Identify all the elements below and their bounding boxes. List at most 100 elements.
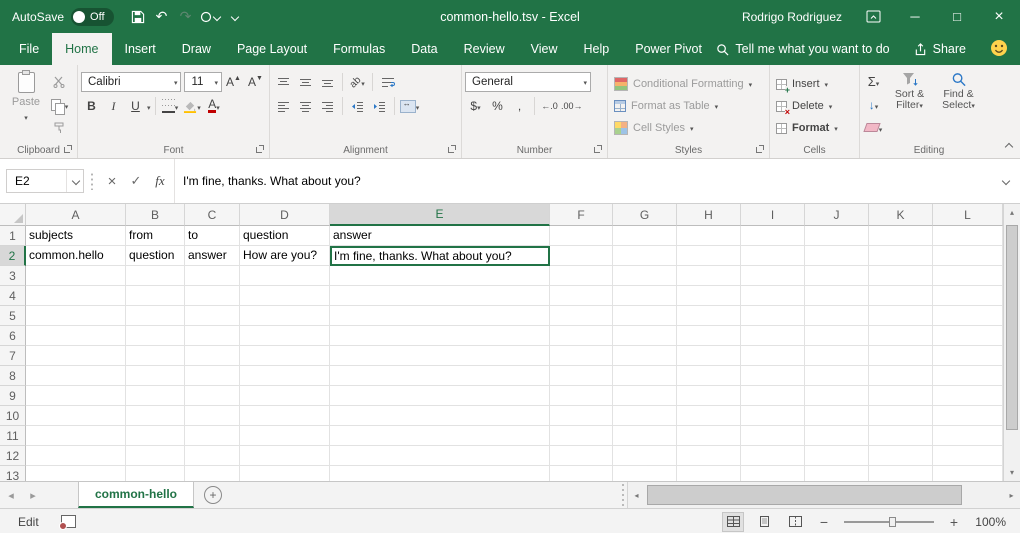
undo-button[interactable]: ↶ [150,4,174,30]
tab-review[interactable]: Review [451,33,518,65]
cell-H5[interactable] [677,306,741,326]
shrink-font-button[interactable]: A▼ [245,72,266,93]
cell-D13[interactable] [240,466,330,481]
cell-I2[interactable] [741,246,805,266]
cell-F11[interactable] [550,426,613,446]
cell-L4[interactable] [933,286,1003,306]
cell-styles-button[interactable]: Cell Styles [611,118,766,139]
cell-B12[interactable] [126,446,185,466]
cell-K4[interactable] [869,286,933,306]
cell-H3[interactable] [677,266,741,286]
scroll-left-arrow[interactable]: ◂ [628,482,645,508]
zoom-in-button[interactable]: + [945,514,963,530]
customize-qat-button[interactable] [222,4,246,30]
cell-B11[interactable] [126,426,185,446]
feedback-smiley-button[interactable] [990,39,1008,60]
cell-E11[interactable] [330,426,550,446]
cell-L7[interactable] [933,346,1003,366]
cell-K13[interactable] [869,466,933,481]
cell-C4[interactable] [185,286,240,306]
scroll-down-arrow[interactable]: ▾ [1004,464,1020,481]
cell-G1[interactable] [613,226,677,246]
fill-button[interactable]: ↓ [863,94,884,115]
cell-I5[interactable] [741,306,805,326]
cell-J3[interactable] [805,266,869,286]
vertical-scroll-thumb[interactable] [1006,225,1018,430]
cell-J8[interactable] [805,366,869,386]
tell-me-box[interactable]: Tell me what you want to do [716,42,889,56]
cell-G11[interactable] [613,426,677,446]
horizontal-scrollbar[interactable]: ◂ ▸ [627,482,1020,508]
cancel-button[interactable]: × [100,169,124,193]
cell-J4[interactable] [805,286,869,306]
underline-button[interactable]: U [125,96,146,117]
increase-indent-button[interactable] [369,96,390,117]
cell-D1[interactable]: question [240,226,330,246]
save-button[interactable] [126,4,150,30]
cell-L11[interactable] [933,426,1003,446]
cell-K6[interactable] [869,326,933,346]
share-button[interactable]: Share [914,42,966,56]
cell-H8[interactable] [677,366,741,386]
cell-H1[interactable] [677,226,741,246]
cell-J2[interactable] [805,246,869,266]
clear-button[interactable] [863,117,884,138]
column-header-I[interactable]: I [741,204,805,226]
cell-D3[interactable] [240,266,330,286]
cell-G9[interactable] [613,386,677,406]
increase-decimal-button[interactable]: ←.0 [539,96,560,117]
cell-B3[interactable] [126,266,185,286]
cell-C3[interactable] [185,266,240,286]
cell-H9[interactable] [677,386,741,406]
cell-B10[interactable] [126,406,185,426]
font-name-combo[interactable]: Calibri [81,72,181,92]
row-header-13[interactable]: 13 [0,466,26,481]
cell-A12[interactable] [26,446,126,466]
cell-C12[interactable] [185,446,240,466]
cell-B5[interactable] [126,306,185,326]
wrap-text-button[interactable] [377,72,398,93]
cell-G8[interactable] [613,366,677,386]
cell-D10[interactable] [240,406,330,426]
cell-H10[interactable] [677,406,741,426]
autosave-pill[interactable]: Off [71,8,113,26]
cell-L12[interactable] [933,446,1003,466]
column-header-F[interactable]: F [550,204,613,226]
autosave-toggle[interactable]: AutoSave Off [0,8,126,26]
cell-A1[interactable]: subjects [26,226,126,246]
column-header-D[interactable]: D [240,204,330,226]
accounting-format-button[interactable]: $ [465,96,486,117]
cell-C2[interactable]: answer [185,246,240,266]
cell-D12[interactable] [240,446,330,466]
row-header-10[interactable]: 10 [0,406,26,426]
number-dialog-launcher[interactable] [594,145,603,154]
sheet-nav-right-button[interactable]: ▸ [22,482,44,508]
cell-G7[interactable] [613,346,677,366]
align-top-button[interactable] [273,72,294,93]
cell-F8[interactable] [550,366,613,386]
conditional-formatting-button[interactable]: Conditional Formatting [611,74,766,95]
cell-J9[interactable] [805,386,869,406]
grow-font-button[interactable]: A▲ [223,72,244,93]
cell-I9[interactable] [741,386,805,406]
cell-F5[interactable] [550,306,613,326]
cell-B7[interactable] [126,346,185,366]
cell-D6[interactable] [240,326,330,346]
sheet-bar-splitter[interactable] [619,482,627,508]
cell-C7[interactable] [185,346,240,366]
alignment-dialog-launcher[interactable] [448,145,457,154]
cell-J6[interactable] [805,326,869,346]
row-header-11[interactable]: 11 [0,426,26,446]
cell-G2[interactable] [613,246,677,266]
scroll-right-arrow[interactable]: ▸ [1003,482,1020,508]
decrease-indent-button[interactable] [347,96,368,117]
tab-data[interactable]: Data [398,33,450,65]
cell-E3[interactable] [330,266,550,286]
ribbon-display-options-button[interactable] [852,0,894,33]
cell-I7[interactable] [741,346,805,366]
collapse-ribbon-button[interactable] [1004,139,1012,153]
cell-G10[interactable] [613,406,677,426]
redo-button[interactable]: ↷ [174,4,198,30]
cell-L5[interactable] [933,306,1003,326]
cell-D9[interactable] [240,386,330,406]
